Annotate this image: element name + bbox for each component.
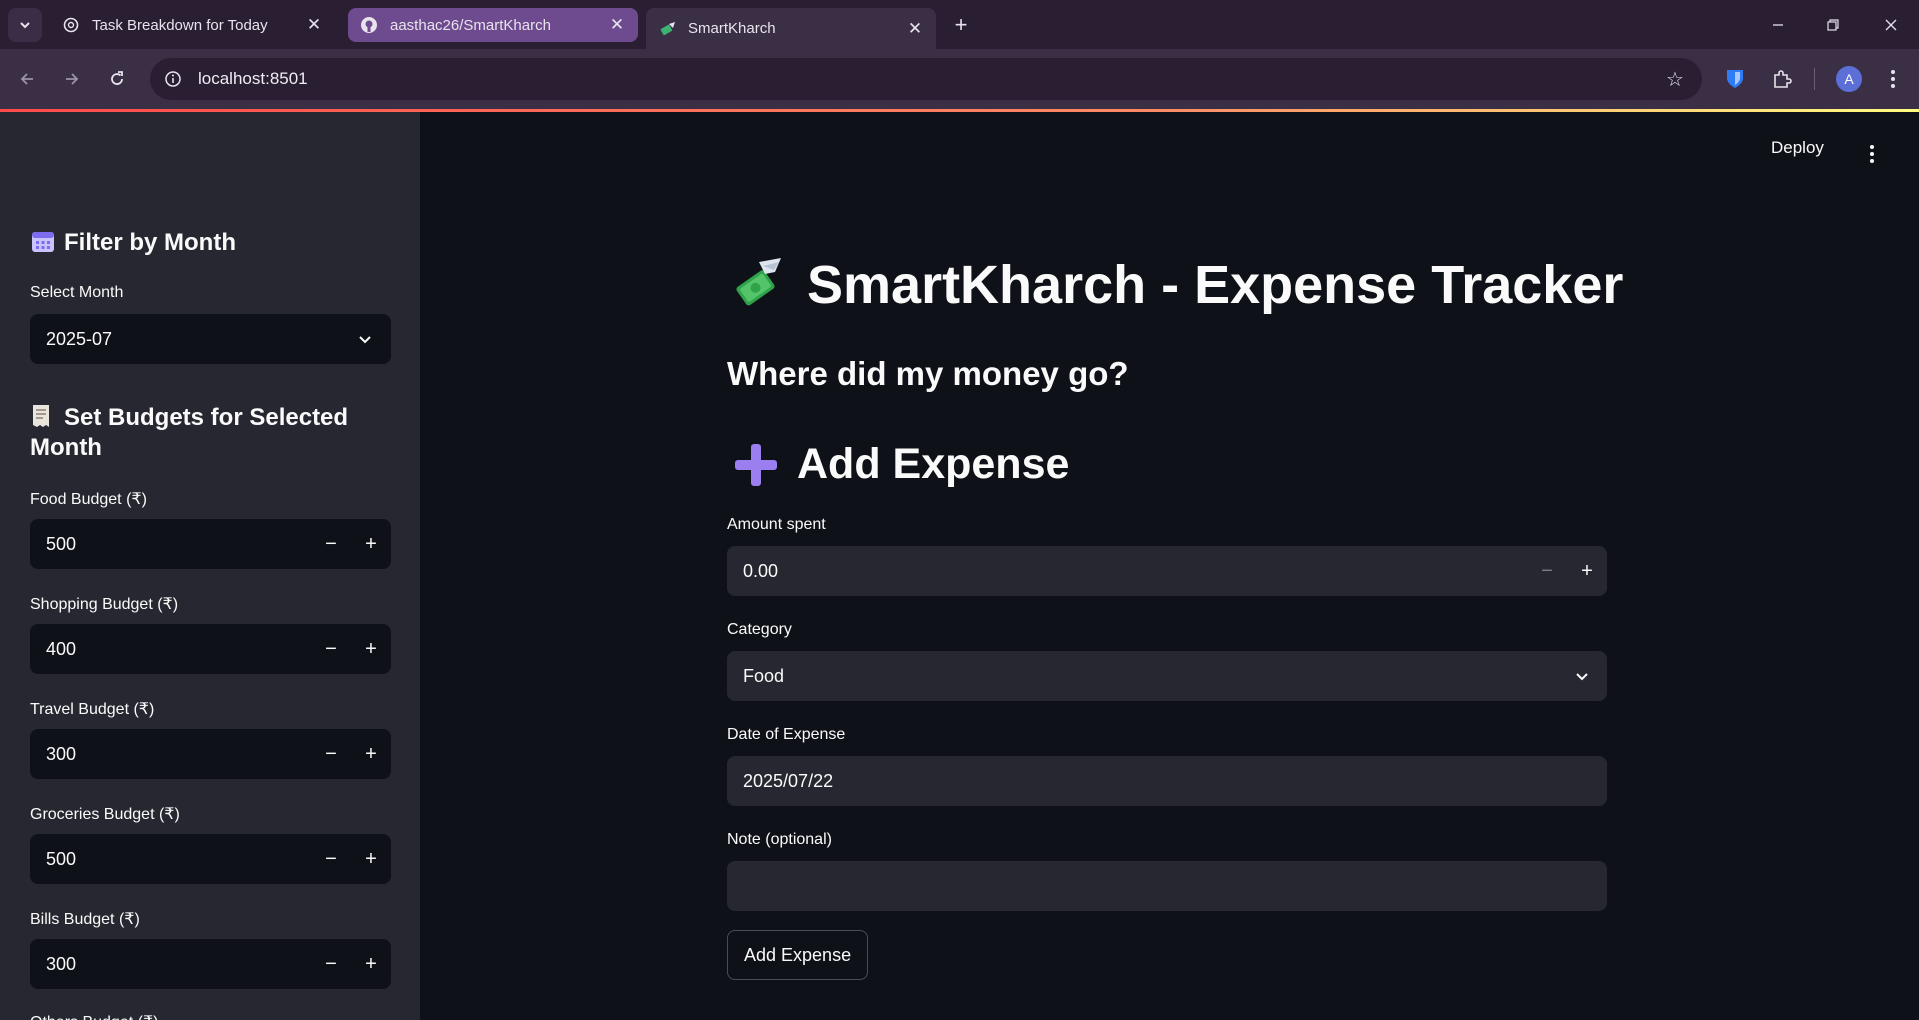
close-icon[interactable]: ✕ bbox=[608, 15, 626, 34]
date-input[interactable]: 2025/07/22 bbox=[727, 756, 1607, 806]
minimize-icon[interactable] bbox=[1763, 10, 1793, 40]
money-with-wings-icon bbox=[727, 256, 785, 314]
deploy-button[interactable]: Deploy bbox=[1771, 138, 1824, 158]
shopping-budget-label: Shopping Budget (₹) bbox=[30, 596, 179, 613]
bookmark-star-icon[interactable]: ☆ bbox=[1664, 68, 1686, 91]
select-month-label: Select Month bbox=[30, 284, 124, 301]
restore-icon[interactable] bbox=[1818, 10, 1848, 40]
chevron-down-icon bbox=[20, 22, 30, 29]
tab-title: Task Breakdown for Today bbox=[92, 16, 268, 34]
category-value: Food bbox=[743, 665, 785, 686]
tab-title: SmartKharch bbox=[688, 20, 776, 37]
extensions-puzzle-icon[interactable] bbox=[1767, 64, 1797, 94]
decrement-button[interactable]: − bbox=[311, 624, 351, 674]
reload-icon[interactable] bbox=[102, 64, 132, 94]
food-budget-label: Food Budget (₹) bbox=[30, 491, 147, 508]
date-value[interactable]: 2025/07/22 bbox=[727, 771, 1607, 792]
url-text: localhost:8501 bbox=[198, 69, 308, 88]
app-menu-icon[interactable] bbox=[1860, 142, 1884, 166]
amount-input[interactable]: 0.00 − + bbox=[727, 546, 1607, 596]
window-close-icon[interactable] bbox=[1876, 10, 1906, 40]
address-bar[interactable]: localhost:8501 ☆ bbox=[150, 58, 1702, 100]
food-budget-input[interactable]: 500 − + bbox=[30, 519, 391, 569]
bills-budget-value[interactable]: 300 bbox=[30, 954, 311, 975]
increment-button[interactable]: + bbox=[351, 729, 391, 779]
increment-button[interactable]: + bbox=[351, 624, 391, 674]
tab-title: aasthac26/SmartKharch bbox=[390, 16, 551, 34]
food-budget-value[interactable]: 500 bbox=[30, 534, 311, 555]
forward-icon[interactable] bbox=[57, 64, 87, 94]
travel-budget-label: Travel Budget (₹) bbox=[30, 701, 155, 718]
tab-smartkharch-active[interactable]: SmartKharch ✕ bbox=[646, 8, 936, 49]
bills-budget-input[interactable]: 300 − + bbox=[30, 939, 391, 989]
decrement-button[interactable]: − bbox=[311, 939, 351, 989]
budgets-heading: Set Budgets for Selected Month bbox=[30, 403, 370, 463]
close-icon[interactable]: ✕ bbox=[906, 19, 924, 38]
month-select-value: 2025-07 bbox=[46, 328, 113, 349]
increment-button[interactable]: + bbox=[351, 519, 391, 569]
increment-button[interactable]: + bbox=[351, 939, 391, 989]
site-info-icon[interactable] bbox=[162, 68, 184, 90]
amount-label: Amount spent bbox=[727, 516, 826, 533]
page-title-text: SmartKharch - Expense Tracker bbox=[807, 255, 1624, 315]
github-icon bbox=[360, 16, 378, 34]
amount-value[interactable]: 0.00 bbox=[727, 561, 1527, 582]
browser-menu-icon[interactable] bbox=[1878, 64, 1908, 94]
add-expense-button[interactable]: Add Expense bbox=[727, 930, 869, 980]
category-select[interactable]: Food bbox=[727, 651, 1607, 701]
sidebar: Filter by Month Select Month 2025-07 Set… bbox=[0, 112, 420, 1020]
month-select[interactable]: 2025-07 bbox=[30, 314, 391, 364]
others-budget-label: Others Budget (₹) bbox=[30, 1012, 158, 1020]
travel-budget-input[interactable]: 300 − + bbox=[30, 729, 391, 779]
decrement-button[interactable]: − bbox=[311, 519, 351, 569]
increment-button[interactable]: + bbox=[1567, 546, 1607, 596]
bitwarden-shield-icon[interactable] bbox=[1720, 64, 1750, 94]
tab-task-breakdown[interactable]: Task Breakdown for Today ✕ bbox=[50, 8, 335, 42]
openai-icon bbox=[62, 16, 80, 34]
profile-avatar[interactable]: A bbox=[1836, 66, 1862, 92]
decrement-button[interactable]: − bbox=[311, 834, 351, 884]
close-icon[interactable]: ✕ bbox=[305, 15, 323, 34]
category-label: Category bbox=[727, 621, 792, 638]
note-label: Note (optional) bbox=[727, 831, 832, 848]
page-title: SmartKharch - Expense Tracker bbox=[727, 254, 1623, 316]
add-expense-heading: Add Expense bbox=[733, 440, 1069, 489]
browser-tab-bar: Task Breakdown for Today ✕ aasthac26/Sma… bbox=[0, 0, 1919, 49]
receipt-icon bbox=[30, 403, 58, 433]
shopping-budget-value[interactable]: 400 bbox=[30, 639, 311, 660]
travel-budget-value[interactable]: 300 bbox=[30, 744, 311, 765]
tab-github-repo[interactable]: aasthac26/SmartKharch ✕ bbox=[348, 8, 638, 42]
groceries-budget-input[interactable]: 500 − + bbox=[30, 834, 391, 884]
calendar-icon bbox=[30, 228, 58, 258]
decrement-button[interactable]: − bbox=[311, 729, 351, 779]
browser-toolbar: localhost:8501 ☆ A bbox=[0, 49, 1919, 109]
groceries-budget-label: Groceries Budget (₹) bbox=[30, 806, 180, 823]
date-label: Date of Expense bbox=[727, 726, 846, 743]
filter-heading: Filter by Month bbox=[30, 228, 236, 258]
chevron-down-icon bbox=[1557, 651, 1607, 701]
money-with-wings-icon bbox=[658, 20, 676, 38]
toolbar-separator bbox=[1814, 68, 1815, 90]
chevron-down-icon bbox=[355, 329, 375, 349]
page-subtitle: Where did my money go? bbox=[727, 355, 1129, 392]
back-icon[interactable] bbox=[12, 64, 42, 94]
shopping-budget-input[interactable]: 400 − + bbox=[30, 624, 391, 674]
filter-heading-text: Filter by Month bbox=[64, 229, 236, 256]
budgets-heading-text: Set Budgets for Selected Month bbox=[30, 404, 349, 461]
bills-budget-label: Bills Budget (₹) bbox=[30, 911, 140, 928]
add-expense-heading-text: Add Expense bbox=[797, 440, 1070, 488]
note-input[interactable] bbox=[727, 861, 1607, 911]
plus-icon bbox=[733, 442, 779, 488]
decrement-button[interactable]: − bbox=[1527, 546, 1567, 596]
new-tab-button[interactable]: + bbox=[948, 12, 974, 38]
tab-search-button[interactable] bbox=[8, 8, 42, 42]
increment-button[interactable]: + bbox=[351, 834, 391, 884]
groceries-budget-value[interactable]: 500 bbox=[30, 849, 311, 870]
